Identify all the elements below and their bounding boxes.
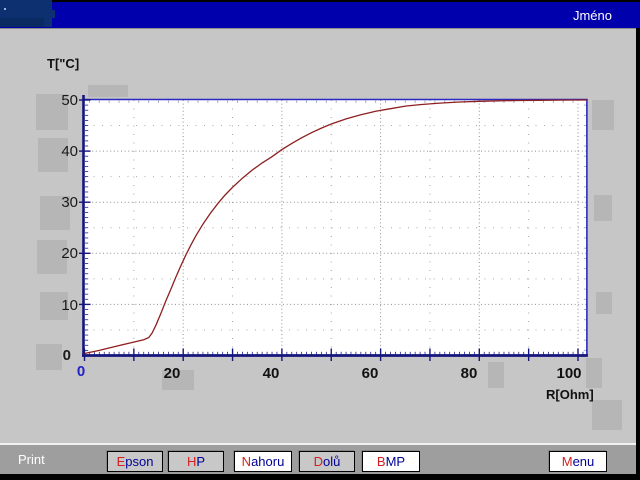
- bmp-button-label: MP: [386, 454, 406, 469]
- menu-button[interactable]: Menu: [549, 451, 607, 472]
- nahoru-button-label: ahoru: [251, 454, 284, 469]
- print-label: Print: [18, 452, 45, 467]
- bmp-button-hotkey: B: [377, 454, 386, 469]
- y-tick-0: 0: [33, 347, 71, 364]
- menu-button-hotkey: M: [562, 454, 573, 469]
- epson-button-label: pson: [125, 454, 153, 469]
- y-tick-50: 50: [40, 92, 78, 109]
- bmp-button[interactable]: BMP: [362, 451, 420, 472]
- x-tick-40: 40: [246, 365, 296, 382]
- x-axis-title: R[Ohm]: [546, 387, 594, 402]
- hp-button-label: P: [196, 454, 205, 469]
- y-tick-10: 10: [40, 297, 78, 314]
- x-tick-0: 0: [56, 363, 106, 380]
- dolu-button-label: olů: [323, 454, 340, 469]
- epson-button[interactable]: Epson: [107, 451, 163, 472]
- y-axis-title: T["C]: [47, 56, 79, 71]
- hp-button-hotkey: H: [187, 454, 196, 469]
- x-tick-60: 60: [345, 365, 395, 382]
- nahoru-button-hotkey: N: [242, 454, 251, 469]
- x-tick-100: 100: [544, 365, 594, 382]
- x-tick-80: 80: [444, 365, 494, 382]
- epson-button-hotkey: E: [117, 454, 126, 469]
- y-tick-40: 40: [40, 143, 78, 160]
- app-screen: Jméno T["C] R[Ohm] 50 40 30 20 10 0 0 20…: [0, 0, 640, 480]
- x-tick-20: 20: [147, 365, 197, 382]
- hp-button[interactable]: HP: [168, 451, 224, 472]
- dolu-button[interactable]: Dolů: [299, 451, 355, 472]
- nahoru-button[interactable]: Nahoru: [234, 451, 292, 472]
- menu-button-label: enu: [573, 454, 595, 469]
- y-tick-20: 20: [40, 245, 78, 262]
- dolu-button-hotkey: D: [314, 454, 323, 469]
- chart-plot-area: [0, 0, 640, 480]
- y-tick-30: 30: [40, 194, 78, 211]
